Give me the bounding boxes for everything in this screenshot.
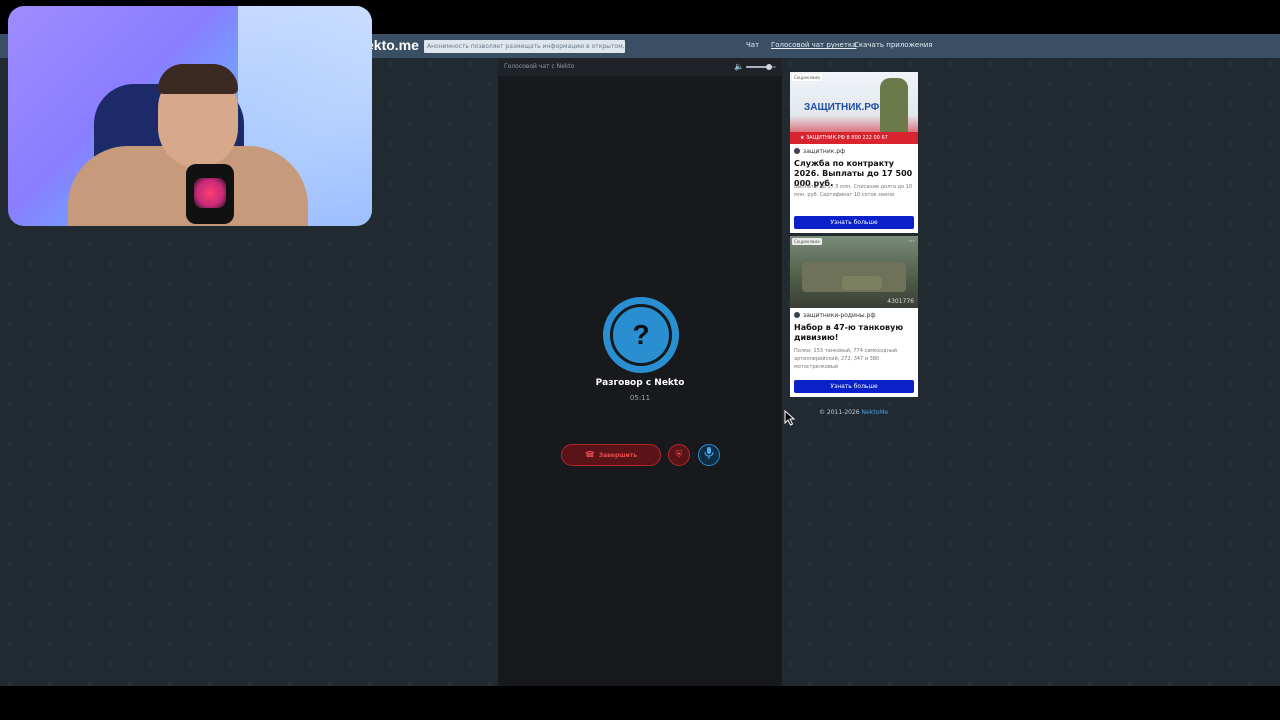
- call-panel-header: Голосовой чат с Nekto 🔈: [498, 58, 782, 76]
- tank-image: [802, 262, 906, 292]
- volume-slider-handle[interactable]: [765, 64, 772, 70]
- nav-link-chat[interactable]: Чат: [746, 41, 759, 49]
- footer: © 2011-2026 NektoMe: [819, 409, 888, 416]
- ad-domain: защитник.рф: [794, 148, 845, 155]
- report-button[interactable]: ⛨: [668, 444, 690, 466]
- ad-brand-strip: ★ ЗАЩИТНИК.РФ 8 800 222 00 67: [790, 132, 918, 144]
- ad-domain-text: защитники-родины.рф: [803, 312, 876, 319]
- copyright-text: © 2011-2026: [819, 409, 860, 416]
- globe-icon: [794, 148, 800, 154]
- shield-icon: ⛨: [675, 450, 683, 460]
- ad-image: Соцреклама ⋯ 4301776: [790, 236, 918, 308]
- soldier-image: [880, 78, 908, 138]
- question-mark-icon: ?: [610, 304, 672, 366]
- ad-domain-text: защитник.рф: [803, 148, 846, 155]
- ad-learn-more-button[interactable]: Узнать больше: [794, 216, 914, 229]
- end-call-label: Завершить: [598, 452, 638, 459]
- nav-link-download-apps[interactable]: Скачать приложения: [854, 41, 933, 49]
- more-options-icon[interactable]: ⋯: [908, 73, 915, 81]
- call-partner-name: Разговор с Nekto: [595, 378, 685, 388]
- more-options-icon[interactable]: ⋯: [908, 237, 915, 245]
- ad-tag: Соцреклама: [792, 238, 822, 245]
- call-panel-title: Голосовой чат с Nekto: [504, 63, 575, 70]
- call-timer: 05:11: [629, 394, 651, 402]
- globe-icon: [794, 312, 800, 318]
- ad-card-contract-service[interactable]: Соцреклама ⋯ ЗАЩИТНИК.РФ ★ ЗАЩИТНИК.РФ 8…: [790, 72, 918, 233]
- anonymity-notice: Анонимность позволяет размещать информац…: [424, 40, 625, 53]
- ad-image: Соцреклама ⋯ ЗАЩИТНИК.РФ ★ ЗАЩИТНИК.РФ 8…: [790, 72, 918, 144]
- webcam-person-hair: [158, 64, 238, 94]
- ad-description: Полки: 153 танковый, 774 самоходный арти…: [794, 348, 898, 370]
- ad-tag: Соцреклама: [792, 74, 822, 81]
- nav-link-voice-chat[interactable]: Голосовой чат рунетка: [771, 41, 856, 49]
- voice-call-panel: Голосовой чат с Nekto 🔈 ? Разговор с Nek…: [497, 58, 783, 686]
- ad-card-tank-division[interactable]: Соцреклама ⋯ 4301776 защитники-родины.рф…: [790, 236, 918, 397]
- end-call-button[interactable]: ☎ Завершить: [561, 444, 661, 466]
- ad-learn-more-button[interactable]: Узнать больше: [794, 380, 914, 393]
- webcam-microphone-light: [194, 178, 226, 208]
- site-logo[interactable]: ekto.me: [366, 37, 419, 53]
- ad-description: Выплаты до 17,5 млн. Списание долга до 1…: [794, 184, 913, 198]
- webcam-overlay: [8, 6, 372, 226]
- microphone-icon: [704, 447, 714, 459]
- partner-avatar: ?: [603, 297, 679, 373]
- microphone-button[interactable]: [698, 444, 720, 466]
- footer-link[interactable]: NektoMe: [862, 409, 889, 416]
- ad-title[interactable]: Набор в 47-ю танковую дивизию!: [794, 323, 914, 343]
- tank-turret: [842, 276, 882, 290]
- ad-domain: защитники-родины.рф: [794, 312, 875, 319]
- ad-brand-text: ЗАЩИТНИК.РФ: [804, 102, 880, 113]
- volume-slider[interactable]: [746, 64, 776, 70]
- speaker-icon[interactable]: 🔈: [734, 62, 744, 72]
- ad-image-number: 4301776: [887, 298, 914, 305]
- phone-hangup-icon: ☎: [584, 450, 595, 459]
- mouse-cursor-icon: [784, 410, 796, 426]
- screen: ekto.me Анонимность позволяет размещать …: [0, 0, 1280, 720]
